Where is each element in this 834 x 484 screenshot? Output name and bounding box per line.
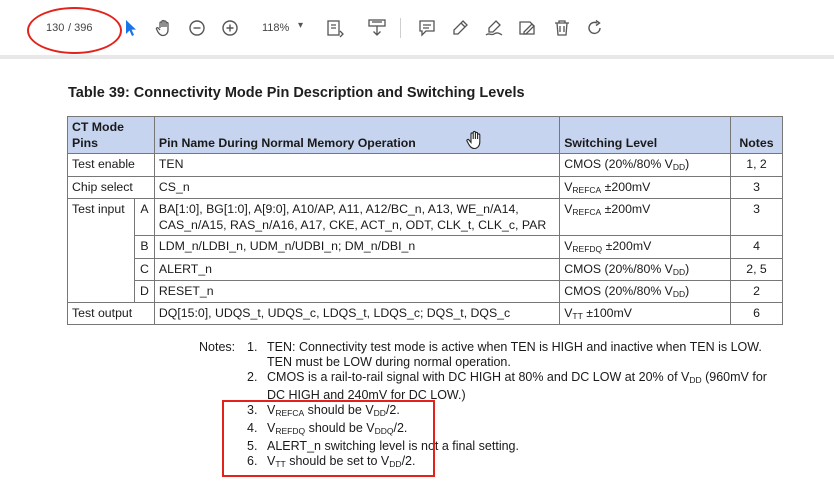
edit-icon[interactable]	[516, 17, 538, 39]
download-icon[interactable]	[366, 17, 388, 39]
row-sub-label: D	[133, 279, 155, 303]
row-pins: ALERT_n	[153, 257, 561, 281]
pin-description-table: CT Mode Pins Pin Name During Normal Memo…	[67, 115, 784, 326]
row-switching-level: CMOS (20%/80% VDD)	[559, 257, 731, 281]
row-pins: RESET_n	[153, 279, 561, 303]
pdf-toolbar: 130 / 396 118% ▾	[0, 0, 834, 59]
row-notes: 6	[729, 301, 784, 326]
notes-annotation-rectangle	[222, 400, 435, 477]
row-mode: Test output	[67, 301, 155, 326]
row-sub-label: C	[133, 257, 155, 281]
table-row: Chip select CS_n VREFCA ±200mV 3	[67, 175, 784, 199]
header-ct-mode-pins: CT Mode Pins	[67, 115, 155, 155]
toolbar-divider	[400, 18, 401, 38]
row-notes: 4	[729, 235, 784, 259]
comment-icon[interactable]	[416, 17, 438, 39]
sign-icon[interactable]	[483, 17, 505, 39]
zoom-dropdown-icon[interactable]: ▾	[298, 20, 303, 31]
hand-icon[interactable]	[153, 17, 175, 39]
table-title: Table 39: Connectivity Mode Pin Descript…	[68, 85, 525, 101]
table-row: D RESET_n CMOS (20%/80% VDD) 2	[68, 279, 784, 303]
row-pins: DQ[15:0], UDQS_t, UDQS_c, LDQS_t, LDQS_c…	[153, 301, 561, 326]
row-notes: 2	[729, 279, 784, 303]
table-row: Test enable TEN CMOS (20%/80% VDD) 1, 2	[67, 153, 784, 177]
table-row: B LDM_n/LDBI_n, UDM_n/UDBI_n; DM_n/DBI_n…	[68, 235, 784, 259]
row-mode: Chip select	[67, 175, 155, 199]
row-notes: 3	[729, 197, 784, 237]
table-row: C ALERT_n CMOS (20%/80% VDD) 2, 5	[68, 257, 784, 281]
row-notes: 1, 2	[729, 153, 784, 177]
redo-icon[interactable]	[584, 17, 606, 39]
zoom-in-icon[interactable]	[219, 17, 241, 39]
table-row: Test input A BA[1:0], BG[1:0], A[9:0], A…	[67, 197, 784, 303]
row-pins: BA[1:0], BG[1:0], A[9:0], A10/AP, A11, A…	[153, 197, 561, 237]
header-notes: Notes	[729, 115, 784, 155]
row-notes: 3	[729, 175, 784, 199]
header-switching-level: Switching Level	[559, 115, 731, 155]
hand-cursor-icon	[466, 130, 484, 150]
row-sub-label: B	[133, 235, 155, 259]
note-item: 2. CMOS is a rail-to-rail signal with DC…	[247, 370, 767, 402]
row-switching-level: VREFCA ±200mV	[559, 197, 731, 237]
row-switching-level: VREFDQ ±200mV	[559, 235, 731, 259]
row-switching-level: VTT ±100mV	[559, 301, 731, 326]
delete-icon[interactable]	[551, 17, 573, 39]
table-header-row: CT Mode Pins Pin Name During Normal Memo…	[67, 115, 784, 155]
page-number-annotation-circle	[27, 7, 122, 54]
header-pin-name: Pin Name During Normal Memory Operation	[153, 115, 561, 155]
toolbar-border	[0, 55, 834, 59]
row-switching-level: CMOS (20%/80% VDD)	[559, 153, 731, 177]
table-row: Test output DQ[15:0], UDQS_t, UDQS_c, LD…	[67, 301, 784, 326]
zoom-out-icon[interactable]	[186, 17, 208, 39]
row-sub-label: A	[133, 197, 155, 237]
select-arrow-icon[interactable]	[120, 17, 142, 39]
row-mode: Test input	[67, 197, 135, 303]
zoom-level-field[interactable]: 118%	[262, 22, 289, 34]
row-switching-level: CMOS (20%/80% VDD)	[559, 279, 731, 303]
row-switching-level: VREFCA ±200mV	[559, 175, 731, 199]
fit-page-icon[interactable]	[324, 17, 346, 39]
row-pins: LDM_n/LDBI_n, UDM_n/UDBI_n; DM_n/DBI_n	[153, 235, 561, 259]
row-notes: 2, 5	[729, 257, 784, 281]
row-pins: CS_n	[153, 175, 561, 199]
note-item: 1. TEN: Connectivity test mode is active…	[247, 340, 762, 369]
row-pins: TEN	[153, 153, 561, 177]
notes-label: Notes:	[199, 340, 236, 354]
row-mode: Test enable	[67, 153, 155, 177]
highlight-icon[interactable]	[449, 17, 471, 39]
